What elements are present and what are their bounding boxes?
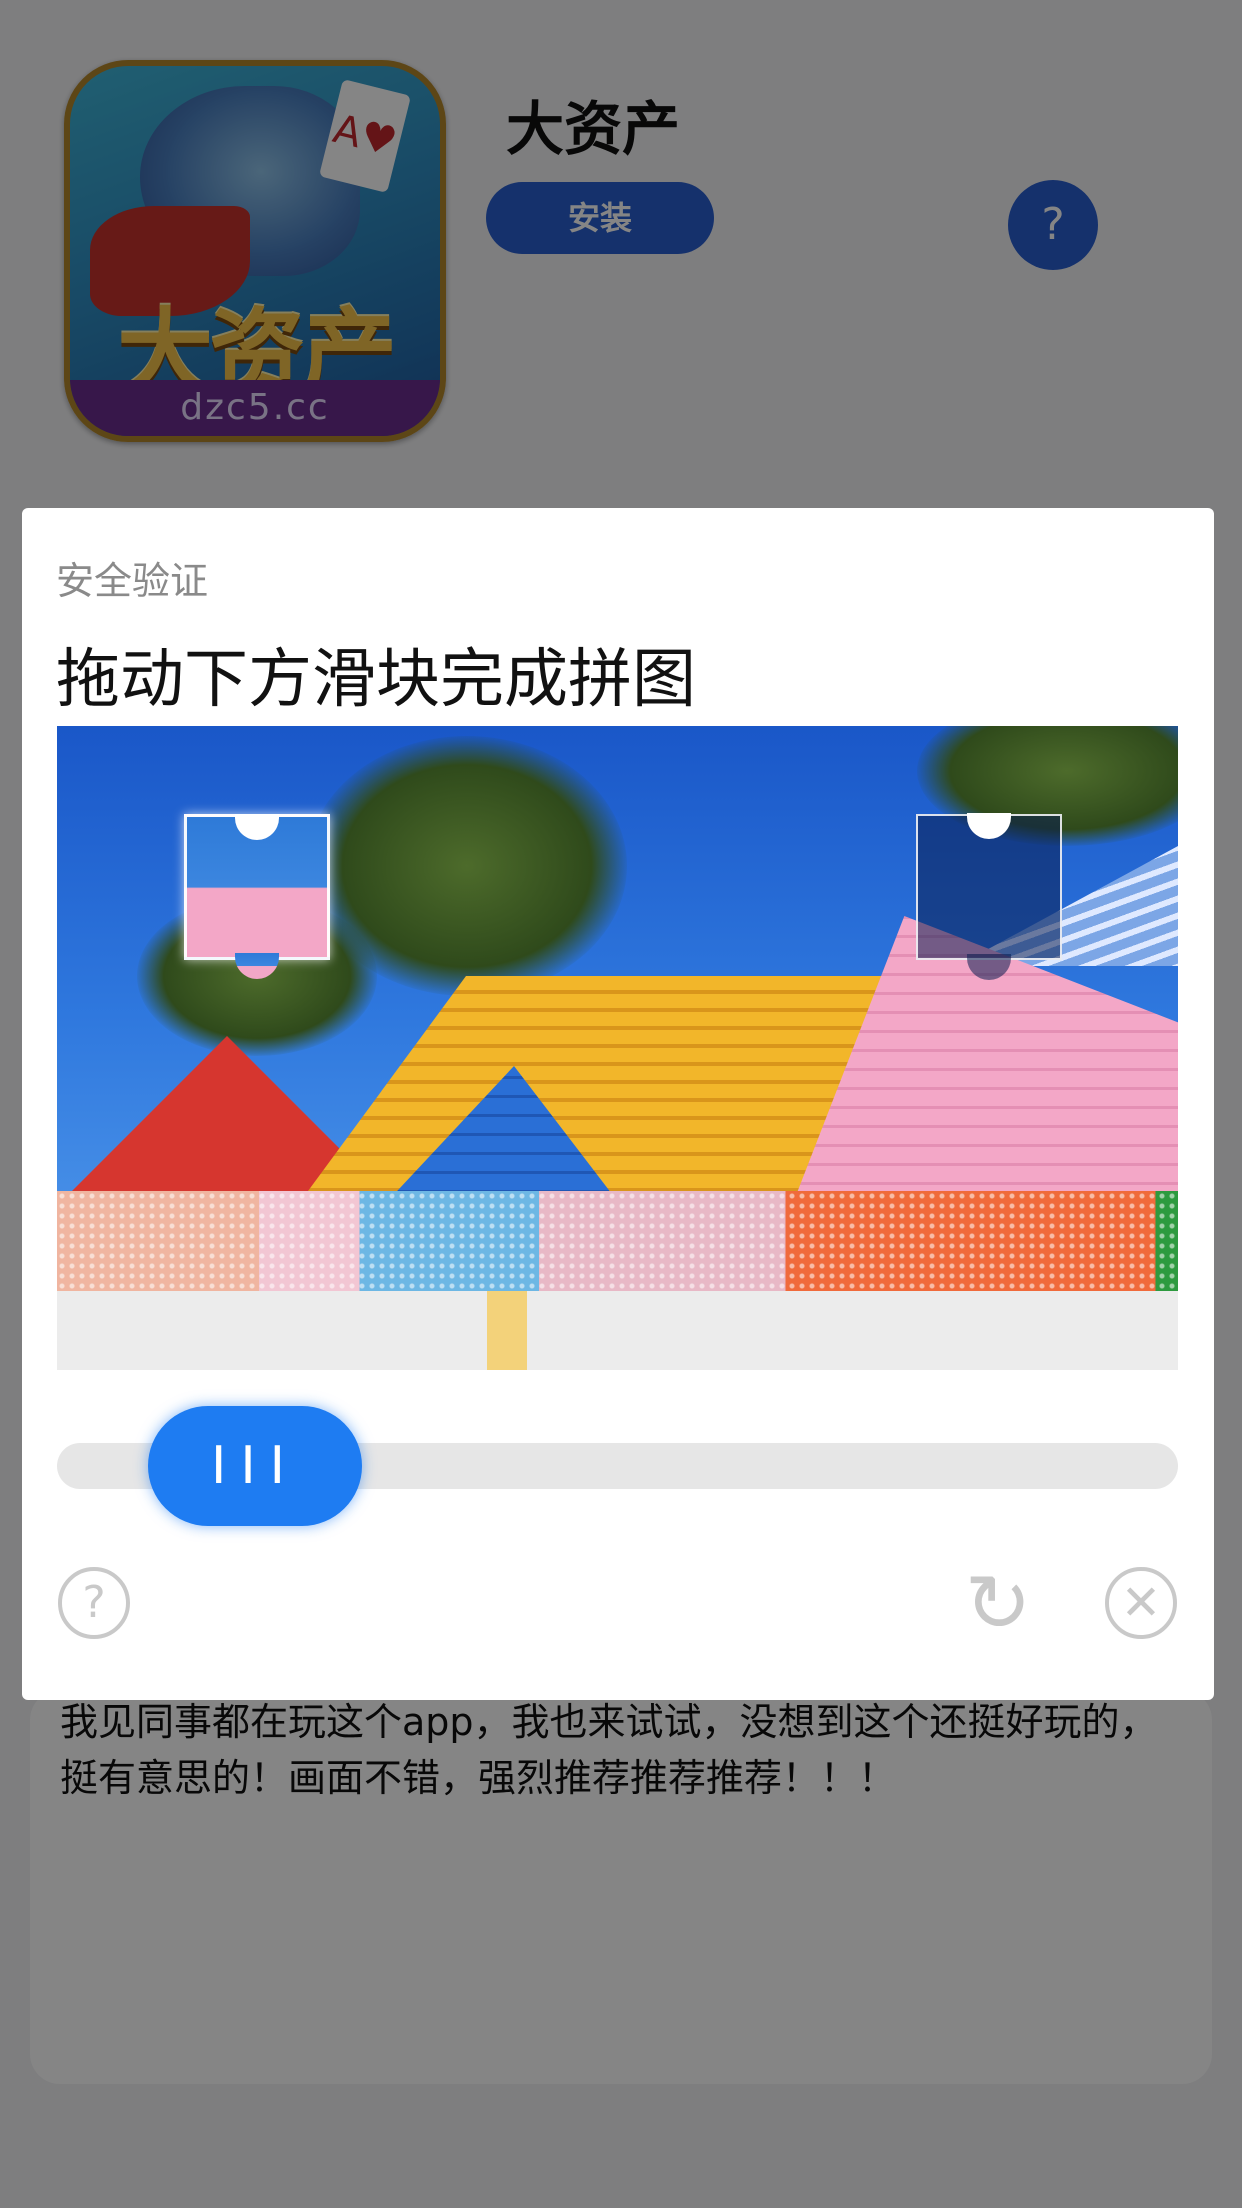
help-circle-icon[interactable]: ? <box>58 1567 130 1639</box>
puzzle-image <box>57 726 1178 1370</box>
yellow-post <box>487 1291 527 1370</box>
puzzle-target-slot <box>916 813 1062 980</box>
colored-railing <box>57 1191 1178 1301</box>
captcha-title: 拖动下方滑块完成拼图 <box>56 643 696 717</box>
refresh-icon[interactable]: ↻ <box>958 1564 1038 1644</box>
puzzle-piece[interactable] <box>184 814 330 979</box>
close-circle-icon[interactable]: ✕ <box>1105 1567 1177 1639</box>
white-wall <box>57 1291 1178 1370</box>
captcha-subtitle: 安全验证 <box>56 559 209 603</box>
slider-handle[interactable]: III <box>148 1406 362 1526</box>
